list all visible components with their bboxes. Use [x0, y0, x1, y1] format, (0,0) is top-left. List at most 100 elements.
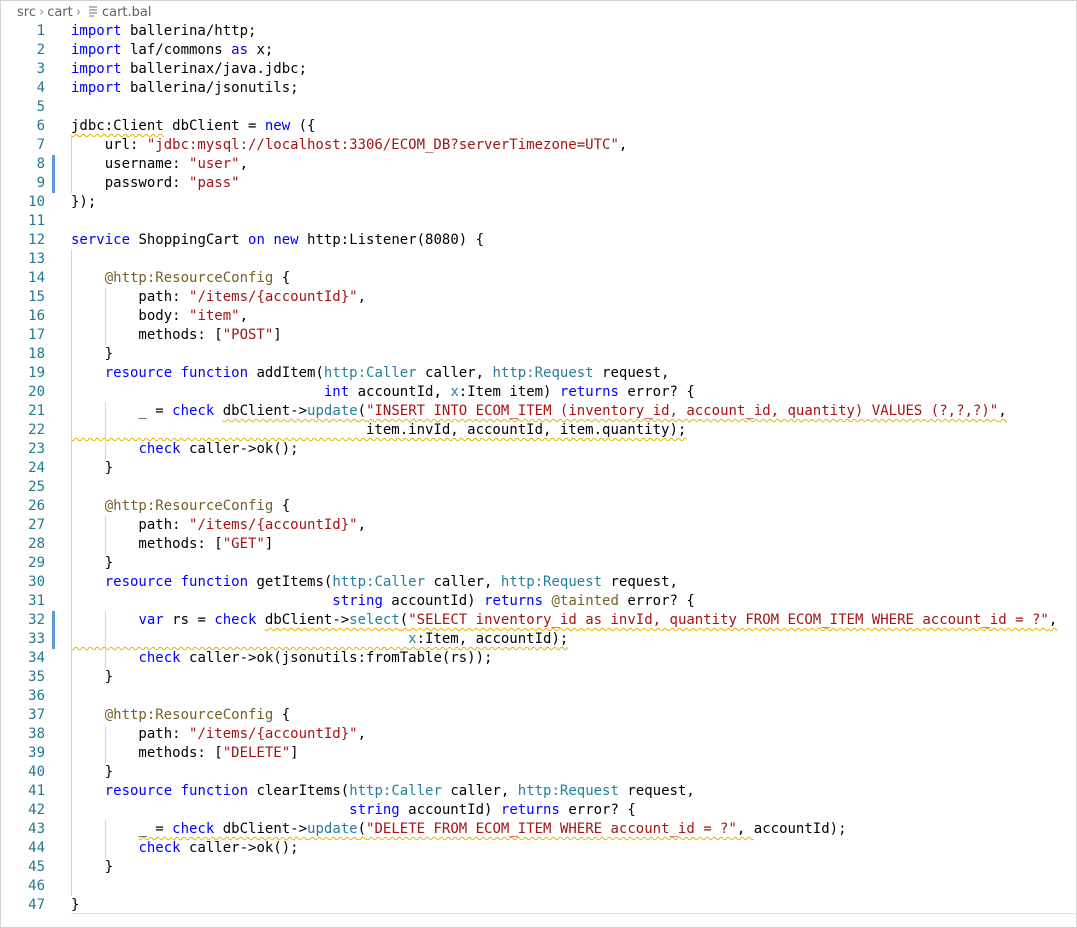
code-line[interactable]: 19 resource function addItem(http:Caller…: [0, 364, 1077, 383]
code-text: body: "item",: [71, 308, 249, 324]
code-line[interactable]: 2 import laf/commons as x;: [0, 41, 1077, 60]
code-line[interactable]: 15 path: "/items/{accountId}",: [0, 288, 1077, 307]
code-text: path: "/items/{accountId}",: [71, 289, 367, 305]
code-line[interactable]: 26 @http:ResourceConfig {: [0, 497, 1077, 516]
code-line[interactable]: 46: [0, 877, 1077, 896]
modified-line-gutter-mark[interactable]: [52, 174, 55, 193]
code-line[interactable]: 32 var rs = check dbClient->select("SELE…: [0, 611, 1077, 630]
breadcrumb-item-src[interactable]: src: [17, 5, 36, 20]
line-number: 39: [28, 745, 45, 761]
line-number: 11: [28, 213, 45, 229]
code-line[interactable]: 4 import ballerina/jsonutils;: [0, 79, 1077, 98]
code-text: }: [71, 859, 114, 875]
code-text: }: [71, 555, 114, 571]
code-line[interactable]: 37 @http:ResourceConfig {: [0, 706, 1077, 725]
line-number: 21: [28, 403, 45, 419]
line-number: 23: [28, 441, 45, 457]
line-number: 28: [28, 536, 45, 552]
code-line[interactable]: 20 int accountId, x:Item item) returns e…: [0, 383, 1077, 402]
modified-line-gutter-mark[interactable]: [52, 611, 55, 630]
indent-guide: [104, 725, 106, 763]
breadcrumb-item-cart[interactable]: cart: [47, 5, 73, 20]
code-line[interactable]: 9 password: "pass": [0, 174, 1077, 193]
line-number: 46: [28, 878, 45, 894]
code-line[interactable]: 43 _ = check dbClient->update("DELETE FR…: [0, 820, 1077, 839]
modified-line-gutter-mark[interactable]: [52, 155, 55, 174]
modified-line-gutter-mark[interactable]: [52, 630, 55, 649]
code-line[interactable]: 38 path: "/items/{accountId}",: [0, 725, 1077, 744]
code-line[interactable]: 30 resource function getItems(http:Calle…: [0, 573, 1077, 592]
code-line[interactable]: 5: [0, 98, 1077, 117]
code-line[interactable]: 35 }: [0, 668, 1077, 687]
code-line[interactable]: 40 }: [0, 763, 1077, 782]
code-text: }: [71, 764, 114, 780]
line-number: 18: [28, 346, 45, 362]
code-text: import ballerina/jsonutils;: [71, 80, 299, 96]
indent-guide: [104, 516, 106, 554]
code-line[interactable]: 28 methods: ["GET"]: [0, 535, 1077, 554]
line-number: 42: [28, 802, 45, 818]
line-number: 40: [28, 764, 45, 780]
line-number: 4: [36, 80, 45, 96]
line-number: 2: [36, 42, 45, 58]
code-line[interactable]: 22 item.invId, accountId, item.quantity)…: [0, 421, 1077, 440]
code-line[interactable]: 3 import ballerinax/java.jdbc;: [0, 60, 1077, 79]
line-number: 31: [28, 593, 45, 609]
line-number: 24: [28, 460, 45, 476]
code-line[interactable]: 16 body: "item",: [0, 307, 1077, 326]
code-line[interactable]: 29 }: [0, 554, 1077, 573]
code-line[interactable]: 7 url: "jdbc:mysql://localhost:3306/ECOM…: [0, 136, 1077, 155]
indent-guide: [104, 288, 106, 345]
line-number: 1: [36, 23, 45, 39]
code-text: methods: ["POST"]: [71, 327, 282, 343]
code-line[interactable]: 1 import ballerina/http;: [0, 22, 1077, 41]
code-line[interactable]: 44 check caller->ok();: [0, 839, 1077, 858]
code-line[interactable]: 36: [0, 687, 1077, 706]
code-line[interactable]: 13: [0, 250, 1077, 269]
code-line[interactable]: 24 }: [0, 459, 1077, 478]
code-text: }: [71, 346, 114, 362]
code-text: }: [71, 460, 114, 476]
line-number: 43: [28, 821, 45, 837]
code-line[interactable]: 27 path: "/items/{accountId}",: [0, 516, 1077, 535]
code-line[interactable]: 31 string accountId) returns @tainted er…: [0, 592, 1077, 611]
code-line[interactable]: 25: [0, 478, 1077, 497]
code-text: import ballerinax/java.jdbc;: [71, 61, 308, 77]
editor-bottom-rule: [71, 913, 1075, 914]
code-line[interactable]: 10});: [0, 193, 1077, 212]
indent-guide: [104, 820, 106, 858]
code-text: _ = check dbClient->update("DELETE FROM …: [138, 821, 847, 837]
code-text: username: "user",: [71, 156, 249, 172]
code-line[interactable]: 45 }: [0, 858, 1077, 877]
code-text: resource function getItems(http:Caller c…: [104, 574, 678, 590]
code-line[interactable]: 41 resource function clearItems(http:Cal…: [0, 782, 1077, 801]
code-line[interactable]: 14 @http:ResourceConfig {: [0, 269, 1077, 288]
code-text: path: "/items/{accountId}",: [71, 726, 367, 742]
code-line[interactable]: 17 methods: ["POST"]: [0, 326, 1077, 345]
code-line[interactable]: 39 methods: ["DELETE"]: [0, 744, 1077, 763]
code-line[interactable]: 6 jdbc:Client dbClient = new ({: [0, 117, 1077, 136]
code-line[interactable]: 33 x:Item, accountId);: [0, 630, 1077, 649]
code-text: }: [71, 669, 114, 685]
line-number: 16: [28, 308, 45, 324]
code-text: check caller->ok(jsonutils:fromTable(rs)…: [138, 650, 493, 666]
line-number: 47: [28, 897, 45, 913]
line-number: 29: [28, 555, 45, 571]
code-line[interactable]: 34 check caller->ok(jsonutils:fromTable(…: [0, 649, 1077, 668]
code-text: x:Item, accountId);: [408, 631, 569, 647]
code-line[interactable]: 12 service ShoppingCart on new http:Liste…: [0, 231, 1077, 250]
line-number: 37: [28, 707, 45, 723]
line-number: 26: [28, 498, 45, 514]
line-number: 33: [28, 631, 45, 647]
code-line[interactable]: 21 _ = check dbClient->update("INSERT IN…: [0, 402, 1077, 421]
code-text: path: "/items/{accountId}",: [71, 517, 367, 533]
code-text: item.invId, accountId, item.quantity);: [71, 422, 687, 438]
breadcrumb-file[interactable]: cart.bal: [102, 5, 152, 20]
code-line[interactable]: 11: [0, 212, 1077, 231]
code-text: resource function addItem(http:Caller ca…: [104, 365, 670, 381]
code-line[interactable]: 18 }: [0, 345, 1077, 364]
chevron-right-icon: ›: [75, 5, 81, 20]
code-line[interactable]: 8 username: "user",: [0, 155, 1077, 174]
code-line[interactable]: 42 string accountId) returns error? {: [0, 801, 1077, 820]
code-line[interactable]: 23 check caller->ok();: [0, 440, 1077, 459]
